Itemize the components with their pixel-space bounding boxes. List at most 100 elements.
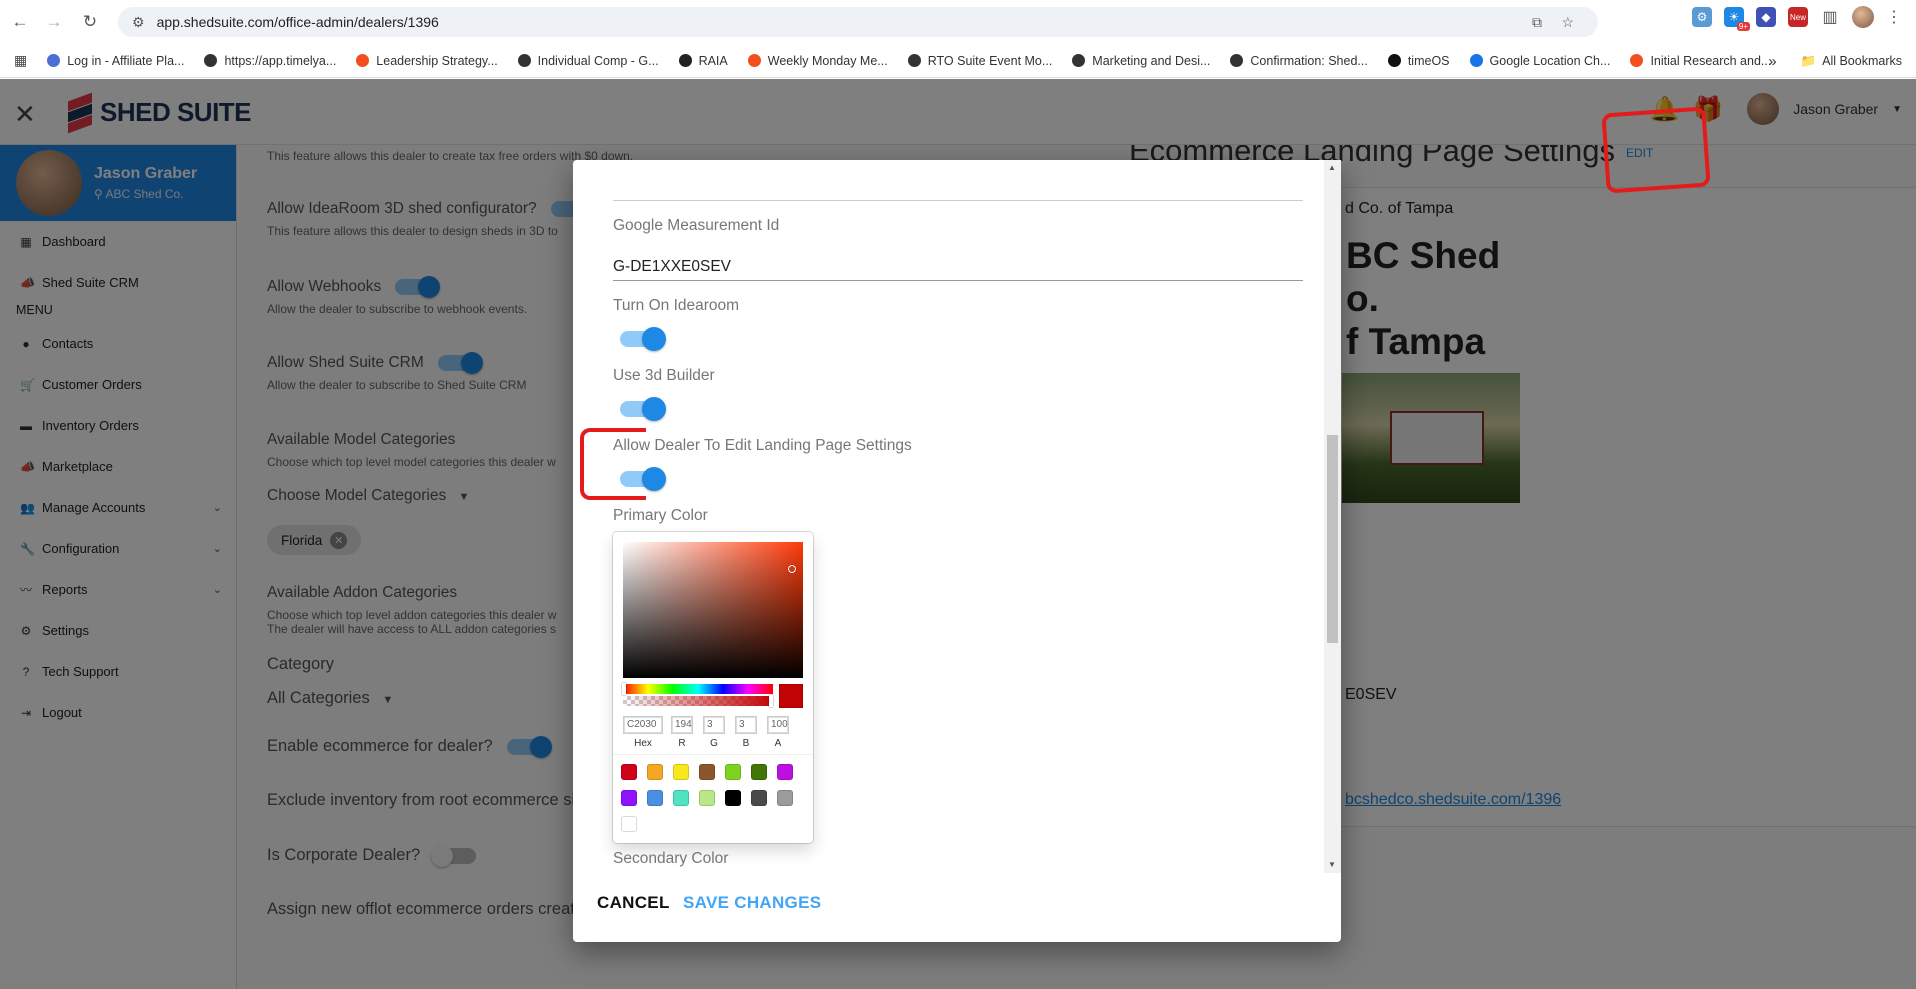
bookmark-favicon-icon	[1387, 54, 1401, 67]
bookmark-label: Initial Research and...	[1650, 53, 1772, 68]
bookmark-item[interactable]: timeOS	[1387, 53, 1450, 68]
bookmark-item[interactable]: Log in - Affiliate Pla...	[47, 54, 184, 68]
color-swatch[interactable]	[647, 764, 663, 780]
r-label: R	[678, 738, 686, 749]
folder-icon: 📁	[1800, 53, 1817, 68]
color-swatch[interactable]	[725, 790, 741, 806]
bookmark-favicon-icon	[747, 54, 761, 67]
color-swatch[interactable]	[699, 790, 715, 806]
more-bookmarks-icon[interactable]: »	[1768, 53, 1776, 70]
color-swatch[interactable]	[751, 790, 767, 806]
bookmark-favicon-icon	[1230, 54, 1244, 67]
allow-edit-landing-toggle[interactable]	[620, 467, 666, 491]
a-input[interactable]: 100	[767, 716, 789, 734]
color-swatch[interactable]	[777, 764, 793, 780]
g-input[interactable]: 3	[703, 716, 725, 734]
idearoom-field-label: Turn On Idearoom	[613, 297, 740, 314]
bookmark-favicon-icon	[678, 54, 692, 67]
menu-kebab-icon[interactable]: ⋮	[1886, 7, 1902, 27]
bookmark-item[interactable]: Initial Research and...	[1630, 54, 1771, 68]
bookmark-label: Leadership Strategy...	[376, 53, 498, 68]
color-swatch[interactable]	[621, 764, 637, 780]
bookmark-label: Google Location Ch...	[1489, 53, 1611, 68]
b-label: B	[742, 738, 750, 749]
color-swatch[interactable]	[673, 790, 689, 806]
color-swatch[interactable]	[751, 764, 767, 780]
color-swatch[interactable]	[621, 816, 637, 832]
b-input[interactable]: 3	[735, 716, 757, 734]
url-text: app.shedsuite.com/office-admin/dealers/1…	[156, 14, 439, 30]
alpha-slider[interactable]	[623, 696, 773, 706]
extension-badge-icon[interactable]: ☀ 9+	[1724, 7, 1750, 31]
bookmark-favicon-icon	[204, 54, 218, 67]
reload-icon[interactable]: ↻	[76, 8, 104, 36]
color-swatch[interactable]	[699, 764, 715, 780]
g-label: G	[710, 738, 718, 749]
builder-field-label: Use 3d Builder	[613, 367, 715, 384]
save-changes-button[interactable]: SAVE CHANGES	[683, 893, 821, 913]
bookmark-item[interactable]: Google Location Ch...	[1469, 53, 1611, 68]
hue-handle[interactable]	[622, 683, 626, 695]
modal-body: Google Measurement Id G-DE1XXE0SEV Turn …	[573, 160, 1341, 873]
bookmark-favicon-icon	[1072, 54, 1086, 67]
color-swatch[interactable]	[725, 764, 741, 780]
extension-puzzle-blue-icon[interactable]: ⚙	[1692, 7, 1712, 27]
cancel-button[interactable]: CANCEL	[597, 893, 670, 913]
r-input[interactable]: 194	[671, 716, 693, 734]
forward-icon[interactable]: →	[40, 8, 68, 36]
bookmark-favicon-icon	[517, 54, 531, 67]
bookmark-label: Weekly Monday Me...	[767, 53, 888, 68]
bookmark-favicon-icon	[47, 54, 61, 67]
bookmark-label: Marketing and Desi...	[1092, 53, 1211, 68]
builder-toggle[interactable]	[620, 397, 666, 421]
open-in-app-icon[interactable]: ⧉	[1532, 14, 1542, 31]
bookmark-label: https://app.timelya...	[224, 53, 337, 68]
bookmark-item[interactable]: Leadership Strategy...	[356, 53, 498, 68]
color-swatch[interactable]	[647, 790, 663, 806]
primary-color-label: Primary Color	[613, 507, 708, 524]
all-bookmarks-link[interactable]: All Bookmarks	[1822, 54, 1902, 68]
bookmark-label: timeOS	[1407, 53, 1450, 68]
bookmark-favicon-icon	[1630, 54, 1644, 67]
bookmark-item[interactable]: Marketing and Desi...	[1072, 54, 1210, 68]
color-swatch[interactable]	[621, 790, 637, 806]
bookmark-item[interactable]: RTO Suite Event Mo...	[907, 53, 1053, 68]
back-icon[interactable]: ←	[6, 8, 34, 36]
site-info-icon[interactable]: ⚙	[132, 14, 145, 31]
bookmark-favicon-icon	[1469, 54, 1483, 67]
hex-input[interactable]: C2030	[623, 716, 663, 734]
bookmark-label: Confirmation: Shed...	[1250, 53, 1368, 68]
alpha-handle[interactable]	[769, 695, 773, 707]
extension-tag-icon[interactable]: ◆	[1756, 7, 1776, 27]
bookmark-item[interactable]: https://app.timelya...	[204, 54, 336, 68]
saturation-handle[interactable]	[788, 565, 796, 573]
scroll-up-icon[interactable]: ▲	[1328, 163, 1336, 172]
bookmark-item[interactable]: Confirmation: Shed...	[1230, 53, 1368, 68]
star-icon[interactable]: ☆	[1561, 14, 1574, 31]
extensions-puzzle-icon[interactable]: ▥	[1820, 7, 1840, 27]
address-bar[interactable]: ⚙ app.shedsuite.com/office-admin/dealers…	[118, 7, 1598, 37]
browser-toolbar: ← → ↻ ⚙ app.shedsuite.com/office-admin/d…	[0, 0, 1916, 44]
saturation-area[interactable]	[623, 542, 803, 678]
ext-badge: 9+	[1736, 22, 1750, 31]
bookmark-favicon-icon	[907, 54, 921, 67]
bookmark-favicon-icon	[356, 54, 370, 67]
color-swatch[interactable]	[777, 790, 793, 806]
bookmark-label: RTO Suite Event Mo...	[927, 53, 1053, 68]
bookmarks-bar: ▦ Log in - Affiliate Pla... https://app.t…	[0, 44, 1916, 78]
bookmark-item[interactable]: RAIA	[678, 54, 728, 68]
hue-slider[interactable]	[623, 684, 773, 694]
bookmark-item[interactable]: Individual Comp - G...	[517, 54, 659, 68]
a-label: A	[774, 738, 782, 749]
measurement-id-input[interactable]: G-DE1XXE0SEV	[613, 258, 731, 276]
idearoom-modal-toggle[interactable]	[620, 327, 666, 351]
scroll-down-icon[interactable]: ▼	[1328, 860, 1336, 869]
bookmark-label: Log in - Affiliate Pla...	[67, 53, 185, 68]
bookmark-item[interactable]: Weekly Monday Me...	[747, 53, 888, 68]
modal-scroll-thumb[interactable]	[1327, 435, 1338, 643]
extension-new-icon[interactable]: New	[1788, 7, 1808, 27]
edit-dealer-modal: Google Measurement Id G-DE1XXE0SEV Turn …	[573, 160, 1341, 942]
apps-grid-icon[interactable]: ▦	[14, 52, 27, 69]
color-swatch[interactable]	[673, 764, 689, 780]
profile-avatar-icon[interactable]	[1852, 6, 1874, 28]
